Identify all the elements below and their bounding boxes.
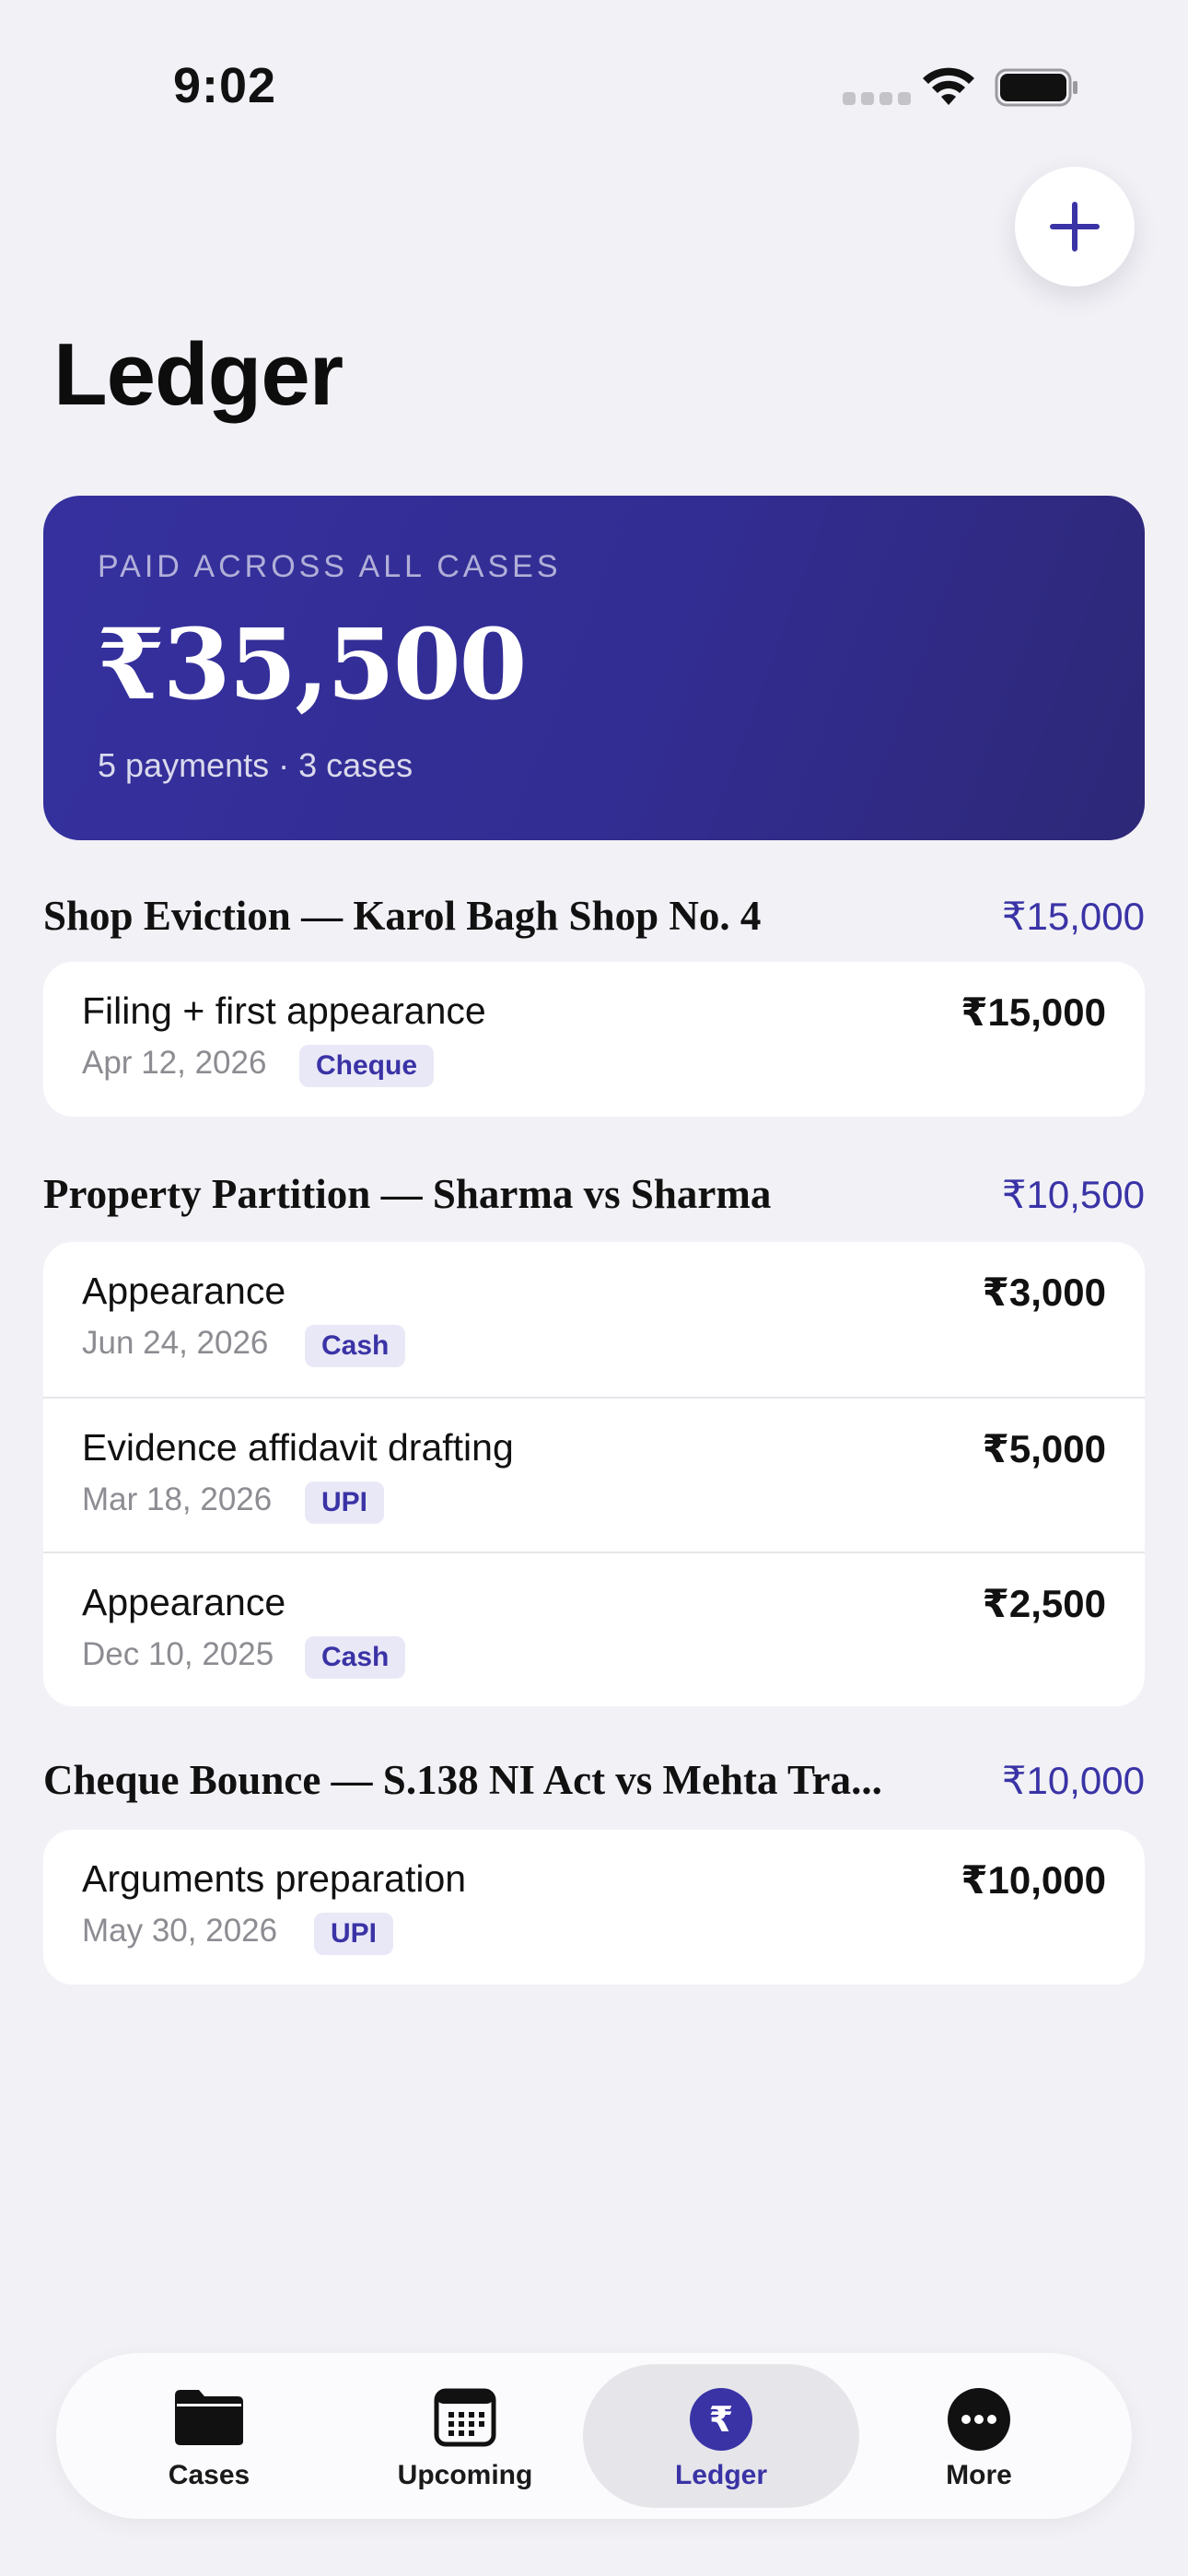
payment-description: Filing + first appearance <box>82 989 486 1032</box>
tab-upcoming[interactable]: Upcoming <box>327 2364 603 2508</box>
payment-date: Mar 18, 2026 <box>82 1481 273 1517</box>
wifi-icon <box>923 67 974 105</box>
status-time: 9:02 <box>173 58 277 113</box>
payment-method-badge: Cheque <box>299 1045 435 1087</box>
cellular-signal-icon <box>843 92 911 105</box>
payment-amount: ₹5,000 <box>982 1427 1106 1470</box>
case-header[interactable]: Shop Eviction — Karol Bagh Shop No. 4 ₹1… <box>43 892 1145 956</box>
payment-amount: ₹15,000 <box>961 990 1106 1034</box>
tab-label: Upcoming <box>397 2460 533 2490</box>
case-payments-card: Filing + first appearance Apr 12, 2026 C… <box>43 962 1145 1117</box>
case-total: ₹10,500 <box>1001 1173 1145 1216</box>
tab-ledger[interactable]: ₹ Ledger <box>583 2364 859 2508</box>
payment-description: Arguments preparation <box>82 1857 467 1900</box>
calendar-icon <box>434 2388 496 2447</box>
payment-row[interactable]: Appearance Jun 24, 2026 Cash ₹3,000 <box>43 1242 1145 1397</box>
tab-label: Ledger <box>674 2460 768 2490</box>
case-title: Cheque Bounce — S.138 NI Act vs Mehta Tr… <box>43 1757 882 1803</box>
case-group: Cheque Bounce — S.138 NI Act vs Mehta Tr… <box>43 1756 1145 1985</box>
payment-row[interactable]: Arguments preparation May 30, 2026 UPI ₹… <box>43 1830 1145 1985</box>
svg-text:₹: ₹ <box>709 2399 733 2440</box>
battery-icon <box>995 68 1077 107</box>
case-title: Property Partition — Sharma vs Sharma <box>43 1171 772 1217</box>
tab-bar: Cases Upcoming ₹ Ledger More <box>56 2353 1132 2519</box>
case-title: Shop Eviction — Karol Bagh Shop No. 4 <box>43 893 762 939</box>
case-total: ₹10,000 <box>1001 1759 1145 1802</box>
payment-date: May 30, 2026 <box>82 1913 278 1949</box>
payment-row[interactable]: Evidence affidavit drafting Mar 18, 2026… <box>43 1397 1145 1551</box>
case-header[interactable]: Cheque Bounce — S.138 NI Act vs Mehta Tr… <box>43 1756 1145 1821</box>
payment-method-badge: UPI <box>305 1481 385 1524</box>
tab-label: More <box>946 2460 1012 2490</box>
status-bar: 9:02 <box>0 0 1188 166</box>
payment-method-badge: Cash <box>305 1325 406 1367</box>
payment-description: Appearance <box>82 1270 286 1312</box>
payment-date: Jun 24, 2026 <box>82 1325 269 1361</box>
payment-method-badge: UPI <box>314 1913 394 1955</box>
tab-cases[interactable]: Cases <box>71 2364 347 2508</box>
payment-row[interactable]: Filing + first appearance Apr 12, 2026 C… <box>43 962 1145 1117</box>
case-total: ₹15,000 <box>1001 895 1145 938</box>
plus-icon <box>1050 202 1100 252</box>
payment-row[interactable]: Appearance Dec 10, 2025 Cash ₹2,500 <box>43 1551 1145 1706</box>
case-group: Property Partition — Sharma vs Sharma ₹1… <box>43 1170 1145 1706</box>
payment-description: Appearance <box>82 1581 286 1623</box>
payment-amount: ₹3,000 <box>982 1270 1106 1314</box>
payment-date: Apr 12, 2026 <box>82 1045 267 1081</box>
case-header[interactable]: Property Partition — Sharma vs Sharma ₹1… <box>43 1170 1145 1235</box>
more-icon <box>948 2388 1010 2451</box>
page-title: Ledger <box>53 325 344 424</box>
payment-amount: ₹10,000 <box>961 1858 1106 1902</box>
payment-date: Dec 10, 2025 <box>82 1636 274 1672</box>
payment-description: Evidence affidavit drafting <box>82 1426 514 1469</box>
case-group: Shop Eviction — Karol Bagh Shop No. 4 ₹1… <box>43 892 1145 1117</box>
summary-label: PAID ACROSS ALL CASES <box>98 549 562 584</box>
summary-meta: 5 payments · 3 cases <box>98 746 413 784</box>
case-payments-card: Appearance Jun 24, 2026 Cash ₹3,000 Evid… <box>43 1242 1145 1706</box>
tab-label: Cases <box>168 2460 250 2490</box>
summary-card: PAID ACROSS ALL CASES ₹35,500 5 payments… <box>43 496 1145 840</box>
summary-amount: ₹35,500 <box>97 606 527 721</box>
tab-more[interactable]: More <box>841 2364 1117 2508</box>
folder-icon <box>175 2390 243 2445</box>
payment-amount: ₹2,500 <box>982 1582 1106 1625</box>
payment-method-badge: Cash <box>305 1636 406 1679</box>
case-payments-card: Arguments preparation May 30, 2026 UPI ₹… <box>43 1830 1145 1985</box>
rupee-icon: ₹ <box>690 2388 752 2451</box>
add-payment-button[interactable] <box>1015 167 1135 287</box>
